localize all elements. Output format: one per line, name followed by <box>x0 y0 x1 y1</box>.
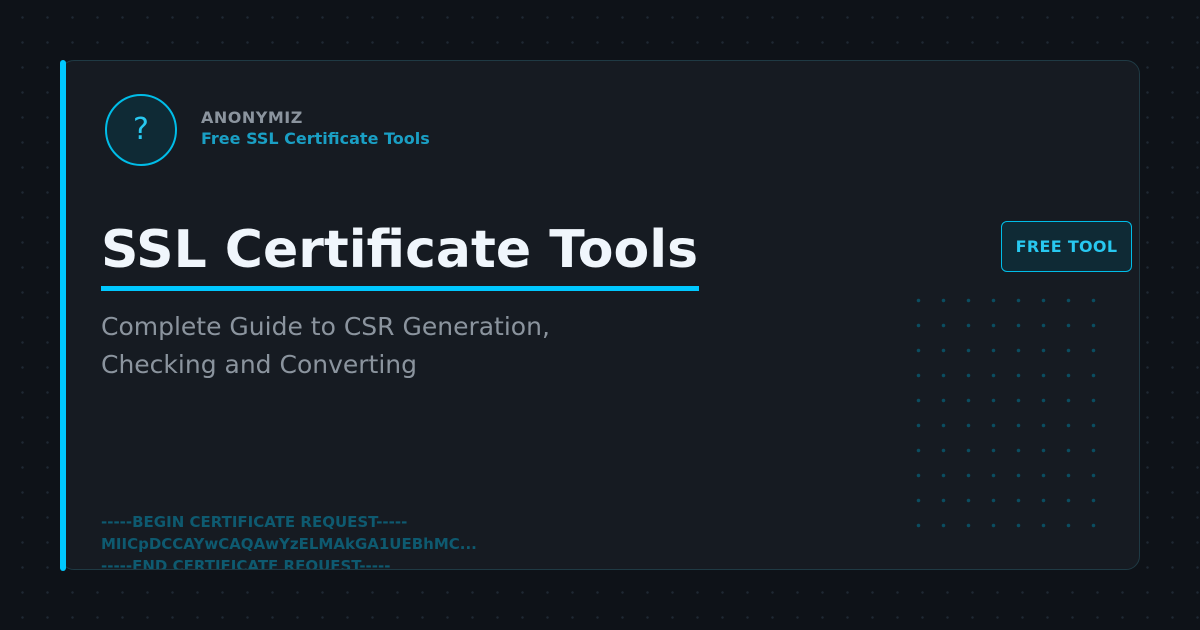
free-tool-badge: FREE TOOL <box>1001 221 1132 272</box>
brand-tagline: Free SSL Certificate Tools <box>201 129 430 148</box>
accent-bar <box>60 60 66 571</box>
hero-card: ? ANONYMIZ Free SSL Certificate Tools SS… <box>60 60 1140 570</box>
brand-name: ANONYMIZ <box>201 108 303 127</box>
csr-begin-line: -----BEGIN CERTIFICATE REQUEST----- <box>101 513 408 531</box>
csr-body-line: MIICpDCCAYwCAQAwYzELMAkGA1UEBhMC... <box>101 535 477 553</box>
subtitle-line: Checking and Converting <box>101 350 418 379</box>
dot-pattern-decoration <box>906 288 1116 533</box>
csr-snippet: -----BEGIN CERTIFICATE REQUEST----- MIIC… <box>101 511 477 570</box>
og-image-canvas: { "brand": { "icon": "question-mark-icon… <box>0 0 1200 630</box>
subtitle-line: Complete Guide to CSR Generation, <box>101 312 550 341</box>
title-underline <box>101 286 699 291</box>
subtitle: Complete Guide to CSR Generation, Checki… <box>101 308 661 384</box>
question-mark-icon: ? <box>105 94 177 166</box>
csr-end-line: -----END CERTIFICATE REQUEST----- <box>101 557 391 570</box>
page-title: SSL Certificate Tools <box>101 220 699 280</box>
